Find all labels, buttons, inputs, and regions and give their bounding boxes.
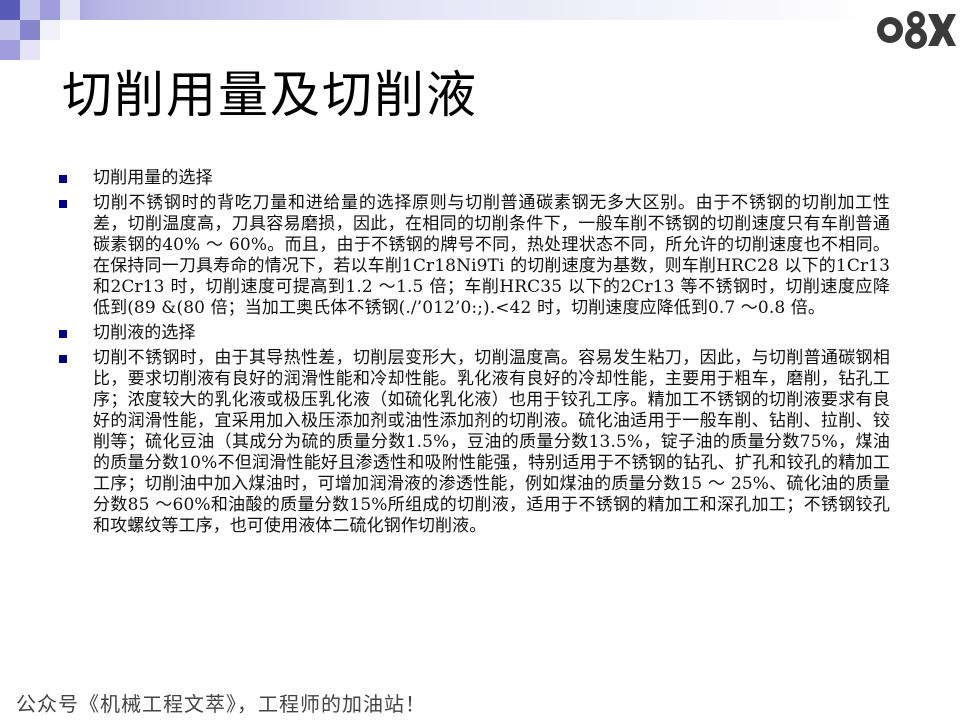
square-bullet-icon bbox=[59, 355, 67, 363]
square-bullet-icon bbox=[59, 175, 67, 183]
bullet-text: 切削液的选择 bbox=[93, 323, 196, 343]
title-bar-gradient bbox=[0, 0, 880, 20]
corner-grid-decoration bbox=[0, 0, 80, 60]
footer-watermark: 公众号《机械工程文萃》，工程师的加油站！ bbox=[16, 692, 426, 716]
bullet-item: 切削不锈钢时的背吃刀量和进给量的选择原则与切削普通碳素钢无多大区别。由于不锈钢的… bbox=[58, 193, 890, 319]
slide-title: 切削用量及切削液 bbox=[62, 66, 478, 124]
bullet-item: 切削用量的选择 bbox=[58, 168, 890, 189]
bullet-list: 切削用量的选择 切削不锈钢时的背吃刀量和进给量的选择原则与切削普通碳素钢无多大区… bbox=[58, 168, 890, 537]
bullet-item: 切削不锈钢时，由于其导热性差，切削层变形大，切削温度高。容易发生粘刀，因此，与切… bbox=[58, 348, 890, 537]
square-bullet-icon bbox=[59, 330, 67, 338]
square-bullet-icon bbox=[59, 200, 67, 208]
bullet-text: 切削用量的选择 bbox=[93, 168, 213, 188]
bullet-text: 切削不锈钢时，由于其导热性差，切削层变形大，切削温度高。容易发生粘刀，因此，与切… bbox=[93, 348, 890, 536]
bullet-text: 切削不锈钢时的背吃刀量和进给量的选择原则与切削普通碳素钢无多大区别。由于不锈钢的… bbox=[93, 193, 890, 318]
bullet-item: 切削液的选择 bbox=[58, 323, 890, 344]
8-and-x-emblem-logo bbox=[877, 11, 956, 49]
